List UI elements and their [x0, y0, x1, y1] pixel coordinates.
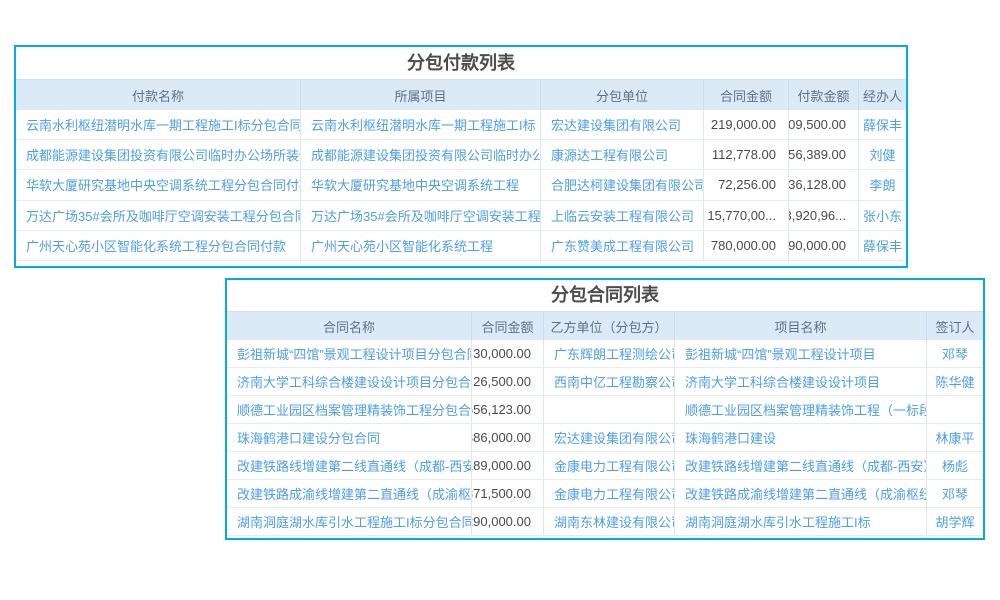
payment-amount-column-header: 付款金额 — [789, 80, 859, 110]
contract-amount-column-header: 合同金额 — [704, 80, 789, 110]
contract-amount-cell: 30,000.00 — [472, 340, 544, 367]
project-name-cell[interactable]: 改建铁路成渝线增建第二直通线（成渝枢纽）电力... — [675, 480, 927, 507]
subcontract-contract-table: 分包合同列表 合同名称合同金额乙方单位（分包方）项目名称签订人 彭祖新城“四馆”… — [225, 278, 985, 540]
table-row[interactable]: 改建铁路线增建第二线直通线（成都-西安）电力线...189,000.00金康电力… — [227, 452, 983, 480]
contract-table-title: 分包合同列表 — [227, 280, 983, 312]
subcontract-payment-table: 分包付款列表 付款名称所属项目分包单位合同金额付款金额经办人 云南水利枢纽潜明水… — [14, 45, 908, 268]
project-cell[interactable]: 广州天心苑小区智能化系统工程 — [301, 231, 541, 260]
contract-amount-cell: 371,500.00 — [472, 480, 544, 507]
contract-amount-cell: 780,000.00 — [704, 231, 789, 260]
project-column-header: 所属项目 — [301, 80, 541, 110]
project-cell[interactable]: 万达广场35#会所及咖啡厅空调安装工程 — [301, 201, 541, 230]
contract-name-cell[interactable]: 改建铁路成渝线增建第二直通线（成渝枢纽）电力... — [227, 480, 472, 507]
table-row[interactable]: 珠海鹤港口建设分包合同386,000.00宏达建设集团有限公司珠海鹤港口建设林康… — [227, 424, 983, 452]
contract-amount-cell: 26,500.00 — [472, 368, 544, 395]
contract-amount-cell: 656,123.00 — [472, 396, 544, 423]
payment-name-column-header: 付款名称 — [16, 80, 301, 110]
subcontract-unit-cell[interactable]: 上临云安装工程有限公司 — [541, 201, 704, 230]
signer-column-header: 签订人 — [927, 312, 983, 340]
contract-table-body: 彭祖新城“四馆”景观工程设计项目分包合同30,000.00广东辉朗工程测绘公司彭… — [227, 340, 983, 536]
contract-name-cell[interactable]: 彭祖新城“四馆”景观工程设计项目分包合同 — [227, 340, 472, 367]
contract-amount-cell: 112,778.00 — [704, 140, 789, 169]
contract-amount-cell: 219,000.00 — [704, 110, 789, 139]
subcontract-unit-column-header: 分包单位 — [541, 80, 704, 110]
payment-amount-cell: 36,128.00 — [789, 170, 859, 199]
party-b-unit-cell[interactable]: 西南中亿工程勘察公司 — [544, 368, 675, 395]
contract-name-cell[interactable]: 改建铁路线增建第二线直通线（成都-西安）电力线... — [227, 452, 472, 479]
signer-cell[interactable]: 杨彪 — [927, 452, 983, 479]
project-name-column-header: 项目名称 — [675, 312, 927, 340]
table-row[interactable]: 改建铁路成渝线增建第二直通线（成渝枢纽）电力...371,500.00金康电力工… — [227, 480, 983, 508]
party-b-unit-cell[interactable]: 广东辉朗工程测绘公司 — [544, 340, 675, 367]
party-b-unit-cell[interactable]: 湖南东林建设有限公司 — [544, 508, 675, 535]
contract-name-cell[interactable]: 济南大学工科综合楼建设设计项目分包合同 — [227, 368, 472, 395]
payment-table-body: 云南水利枢纽潜明水库一期工程施工I标分包合同付款云南水利枢纽潜明水库一期工程施工… — [16, 110, 906, 261]
payment-amount-cell: 109,500.00 — [789, 110, 859, 139]
signer-cell[interactable]: 邓琴 — [927, 340, 983, 367]
party-b-unit-cell[interactable]: 宏达建设集团有限公司 — [544, 424, 675, 451]
table-row[interactable]: 成都能源建设集团投资有限公司临时办公场所装修改造...成都能源建设集团投资有限公… — [16, 140, 906, 170]
contract-name-cell[interactable]: 珠海鹤港口建设分包合同 — [227, 424, 472, 451]
payment-table-header-row: 付款名称所属项目分包单位合同金额付款金额经办人 — [16, 80, 906, 110]
subcontract-unit-cell[interactable]: 广东赞美成工程有限公司 — [541, 231, 704, 260]
project-name-cell[interactable]: 济南大学工科综合楼建设设计项目 — [675, 368, 927, 395]
project-name-cell[interactable]: 湖南洞庭湖水库引水工程施工I标 — [675, 508, 927, 535]
signer-cell[interactable]: 陈华健 — [927, 368, 983, 395]
party-b-unit-cell — [544, 396, 675, 423]
contract-amount-cell: 72,256.00 — [704, 170, 789, 199]
contract-name-column-header: 合同名称 — [227, 312, 472, 340]
table-row[interactable]: 彭祖新城“四馆”景观工程设计项目分包合同30,000.00广东辉朗工程测绘公司彭… — [227, 340, 983, 368]
handler-column-header: 经办人 — [859, 80, 906, 110]
signer-cell[interactable]: 林康平 — [927, 424, 983, 451]
payment-name-cell[interactable]: 云南水利枢纽潜明水库一期工程施工I标分包合同付款 — [16, 110, 301, 139]
handler-cell[interactable]: 张小东 — [859, 201, 906, 230]
contract-name-cell[interactable]: 顺德工业园区档案管理精装饰工程分包合同 — [227, 396, 472, 423]
table-row[interactable]: 顺德工业园区档案管理精装饰工程分包合同656,123.00 顺德工业园区档案管理精… — [227, 396, 983, 424]
signer-cell — [927, 396, 983, 423]
contract-amount-cell: 386,000.00 — [472, 424, 544, 451]
payment-amount-cell: 3,920,96... — [789, 201, 859, 230]
payment-table-title: 分包付款列表 — [16, 47, 906, 80]
signer-cell[interactable]: 胡学辉 — [927, 508, 983, 535]
table-row[interactable]: 华软大厦研究基地中央空调系统工程分包合同付款华软大厦研究基地中央空调系统工程合肥… — [16, 170, 906, 200]
party-b-unit-cell[interactable]: 金康电力工程有限公司 — [544, 452, 675, 479]
table-row[interactable]: 广州天心苑小区智能化系统工程分包合同付款广州天心苑小区智能化系统工程广东赞美成工… — [16, 231, 906, 261]
table-row[interactable]: 湖南洞庭湖水库引水工程施工I标分包合同290,000.00湖南东林建设有限公司湖… — [227, 508, 983, 536]
party-b-unit-column-header: 乙方单位（分包方） — [544, 312, 675, 340]
party-b-unit-cell[interactable]: 金康电力工程有限公司 — [544, 480, 675, 507]
subcontract-unit-cell[interactable]: 宏达建设集团有限公司 — [541, 110, 704, 139]
payment-name-cell[interactable]: 华软大厦研究基地中央空调系统工程分包合同付款 — [16, 170, 301, 199]
table-row[interactable]: 云南水利枢纽潜明水库一期工程施工I标分包合同付款云南水利枢纽潜明水库一期工程施工… — [16, 110, 906, 140]
contract-table-header-row: 合同名称合同金额乙方单位（分包方）项目名称签订人 — [227, 312, 983, 340]
project-cell[interactable]: 云南水利枢纽潜明水库一期工程施工I标 — [301, 110, 541, 139]
handler-cell[interactable]: 刘健 — [859, 140, 906, 169]
payment-amount-cell: 390,000.00 — [789, 231, 859, 260]
project-name-cell[interactable]: 彭祖新城“四馆”景观工程设计项目 — [675, 340, 927, 367]
project-name-cell[interactable]: 改建铁路线增建第二线直通线（成都-西安）电力线... — [675, 452, 927, 479]
subcontract-unit-cell[interactable]: 康源达工程有限公司 — [541, 140, 704, 169]
project-cell[interactable]: 华软大厦研究基地中央空调系统工程 — [301, 170, 541, 199]
payment-name-cell[interactable]: 广州天心苑小区智能化系统工程分包合同付款 — [16, 231, 301, 260]
signer-cell[interactable]: 邓琴 — [927, 480, 983, 507]
contract-amount-cell: 15,770,00... — [704, 201, 789, 230]
payment-name-cell[interactable]: 万达广场35#会所及咖啡厅空调安装工程分包合同付款 — [16, 201, 301, 230]
contract-amount-cell: 290,000.00 — [472, 508, 544, 535]
contract-name-cell[interactable]: 湖南洞庭湖水库引水工程施工I标分包合同 — [227, 508, 472, 535]
subcontract-unit-cell[interactable]: 合肥达柯建设集团有限公司 — [541, 170, 704, 199]
contract-amount-column-header: 合同金额 — [472, 312, 544, 340]
table-row[interactable]: 济南大学工科综合楼建设设计项目分包合同26,500.00西南中亿工程勘察公司济南… — [227, 368, 983, 396]
payment-name-cell[interactable]: 成都能源建设集团投资有限公司临时办公场所装修改造... — [16, 140, 301, 169]
handler-cell[interactable]: 薛保丰 — [859, 231, 906, 260]
project-name-cell[interactable]: 珠海鹤港口建设 — [675, 424, 927, 451]
handler-cell[interactable]: 薛保丰 — [859, 110, 906, 139]
payment-amount-cell: 56,389.00 — [789, 140, 859, 169]
contract-amount-cell: 189,000.00 — [472, 452, 544, 479]
project-name-cell[interactable]: 顺德工业园区档案管理精装饰工程（一标段） — [675, 396, 927, 423]
project-cell[interactable]: 成都能源建设集团投资有限公司临时办公场所... — [301, 140, 541, 169]
table-row[interactable]: 万达广场35#会所及咖啡厅空调安装工程分包合同付款万达广场35#会所及咖啡厅空调… — [16, 201, 906, 231]
handler-cell[interactable]: 李朗 — [859, 170, 906, 199]
